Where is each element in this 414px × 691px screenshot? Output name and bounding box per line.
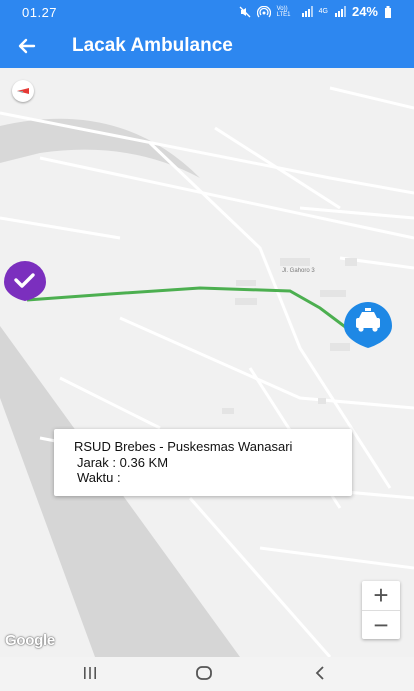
mute-icon: [239, 6, 251, 17]
battery-saver-icon: [385, 5, 391, 18]
compass-button[interactable]: [12, 80, 34, 102]
route-info-card: RSUD Brebes - Puskesmas Wanasari Jarak :…: [54, 429, 352, 496]
main-road: [0, 118, 200, 178]
zoom-out-button[interactable]: −: [362, 610, 400, 640]
route-line: [26, 286, 369, 346]
page-title: Lacak Ambulance: [72, 35, 233, 56]
4g-signal-icon: [334, 6, 346, 17]
google-attribution: Google: [5, 632, 55, 649]
system-nav-bar: [0, 657, 414, 691]
status-icons: Vo)) LTE1 4G 24%: [239, 4, 392, 19]
map-canvas[interactable]: [0, 68, 414, 657]
minor-roads: [0, 86, 414, 657]
zoom-controls: + −: [362, 581, 400, 640]
signal-icon: [301, 6, 313, 17]
route-distance: Jarak : 0.36 KM: [77, 455, 169, 470]
volte-label: Vo)) LTE1: [276, 5, 291, 18]
recent-apps-icon[interactable]: [82, 666, 98, 680]
buildings: [222, 258, 357, 414]
status-bar: 01.27 Vo)) LTE1 4G 24%: [0, 0, 414, 24]
destination-marker[interactable]: [344, 302, 392, 348]
compass-icon: [17, 88, 29, 94]
route-time: Waktu :: [77, 470, 121, 485]
battery-level: 24%: [351, 4, 378, 19]
street-label: Jl. Gahoro 3: [282, 268, 315, 274]
network-label: 4G: [318, 8, 328, 15]
app-bar: Lacak Ambulance: [0, 24, 414, 68]
status-time: 01.27: [22, 5, 58, 20]
arrow-left-icon[interactable]: [14, 33, 40, 59]
origin-marker[interactable]: [4, 261, 46, 301]
route-title: RSUD Brebes - Puskesmas Wanasari: [74, 439, 293, 454]
back-icon[interactable]: [313, 665, 327, 681]
map-view[interactable]: Jl. Gahoro 3 RSUD Brebes - Puskesmas Wan…: [0, 68, 414, 657]
home-icon[interactable]: [195, 665, 213, 681]
zoom-in-button[interactable]: +: [362, 581, 400, 610]
hotspot-icon: [256, 5, 271, 17]
